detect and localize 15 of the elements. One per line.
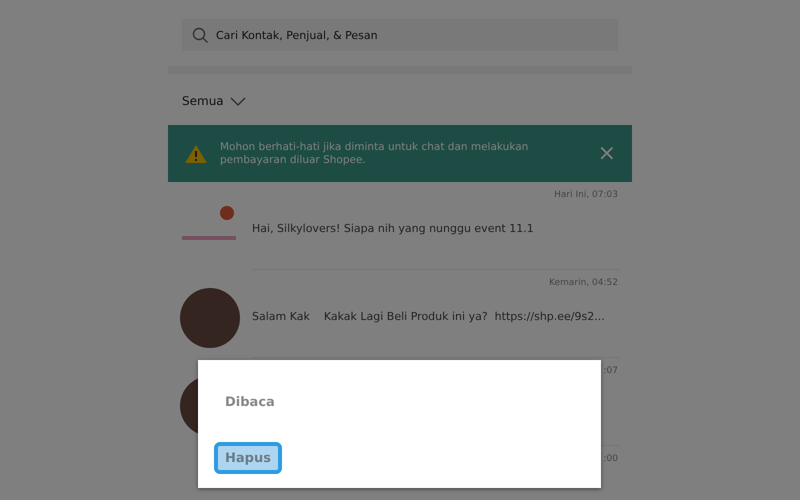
close-button[interactable]: ×: [598, 142, 616, 164]
search-icon: [192, 27, 209, 44]
search-field[interactable]: Cari Kontak, Penjual, & Pesan: [182, 19, 618, 51]
chat-message: Salam Kak Kakak Lagi Beli Produk ini ya? https://shp.ee/9s2...: [252, 310, 605, 323]
chat-message: Hai, Silkylovers! Siapa nih yang nunggu event 11.1: [252, 222, 534, 235]
chevron-down-icon: [230, 96, 246, 106]
chat-time: Hari Ini, 07:03: [554, 190, 618, 200]
menu-item[interactable]: Hapus: [214, 442, 282, 474]
warning-icon: [184, 144, 208, 164]
filter-dropdown[interactable]: Semua: [182, 94, 246, 108]
chat-time: :00: [604, 454, 618, 464]
chat-time: Kemarin, 04:52: [549, 278, 618, 288]
menu-item[interactable]: Dibaca: [214, 386, 286, 418]
chat-time: :07: [604, 366, 618, 376]
warning-text: Mohon berhati-hati jika diminta untuk chat dan melakukan pembayaran diluar Shopee.: [220, 140, 530, 166]
